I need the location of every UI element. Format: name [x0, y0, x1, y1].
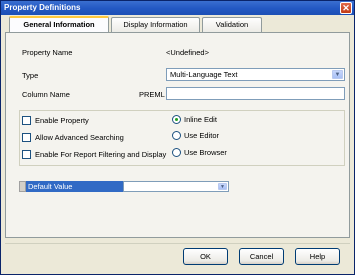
property-definitions-dialog: Property Definitions ✕ General Informati…: [0, 0, 355, 275]
allow-advanced-searching-label: Allow Advanced Searching: [35, 133, 124, 142]
footer-divider: [5, 243, 350, 244]
help-button[interactable]: Help: [295, 248, 340, 265]
tab-validation[interactable]: Validation: [202, 17, 262, 32]
ok-button[interactable]: OK: [183, 248, 228, 265]
type-dropdown[interactable]: Multi-Language Text ▼: [166, 68, 345, 81]
column-name-label: Column Name: [22, 90, 70, 99]
inline-edit-label: Inline Edit: [184, 115, 217, 124]
chevron-down-icon[interactable]: ▼: [332, 70, 343, 79]
column-prefix: PREML: [139, 90, 165, 99]
column-name-input[interactable]: [166, 87, 345, 100]
type-label: Type: [22, 71, 39, 80]
inline-edit-radio[interactable]: [172, 115, 181, 124]
enable-property-checkbox[interactable]: [22, 116, 31, 125]
property-name-value: <Undefined>: [166, 48, 209, 57]
cancel-button[interactable]: Cancel: [239, 248, 284, 265]
use-editor-radio[interactable]: [172, 131, 181, 140]
window-title: Property Definitions: [4, 3, 81, 12]
title-bar: Property Definitions ✕: [1, 1, 354, 15]
enable-report-filtering-checkbox[interactable]: [22, 150, 31, 159]
tab-display-information[interactable]: Display Information: [111, 17, 200, 32]
close-button[interactable]: ✕: [340, 2, 352, 14]
allow-advanced-searching-checkbox[interactable]: [22, 133, 31, 142]
default-value-label: Default Value: [26, 181, 123, 192]
general-information-panel: Property Name <Undefined> Type Multi-Lan…: [5, 32, 350, 238]
property-name-label: Property Name: [22, 48, 73, 57]
row-handle: [19, 181, 26, 192]
use-editor-label: Use Editor: [184, 131, 220, 140]
tab-general-information[interactable]: General Information: [9, 16, 109, 33]
default-value-dropdown[interactable]: ▼: [123, 181, 229, 192]
type-dropdown-value: Multi-Language Text: [170, 70, 238, 79]
close-icon: ✕: [342, 3, 350, 13]
chevron-down-icon[interactable]: ▼: [218, 183, 227, 190]
use-browser-radio[interactable]: [172, 148, 181, 157]
enable-property-label: Enable Property: [35, 116, 89, 125]
enable-report-filtering-label: Enable For Report Filtering and Display: [35, 150, 167, 159]
use-browser-label: Use Browser: [184, 148, 227, 157]
